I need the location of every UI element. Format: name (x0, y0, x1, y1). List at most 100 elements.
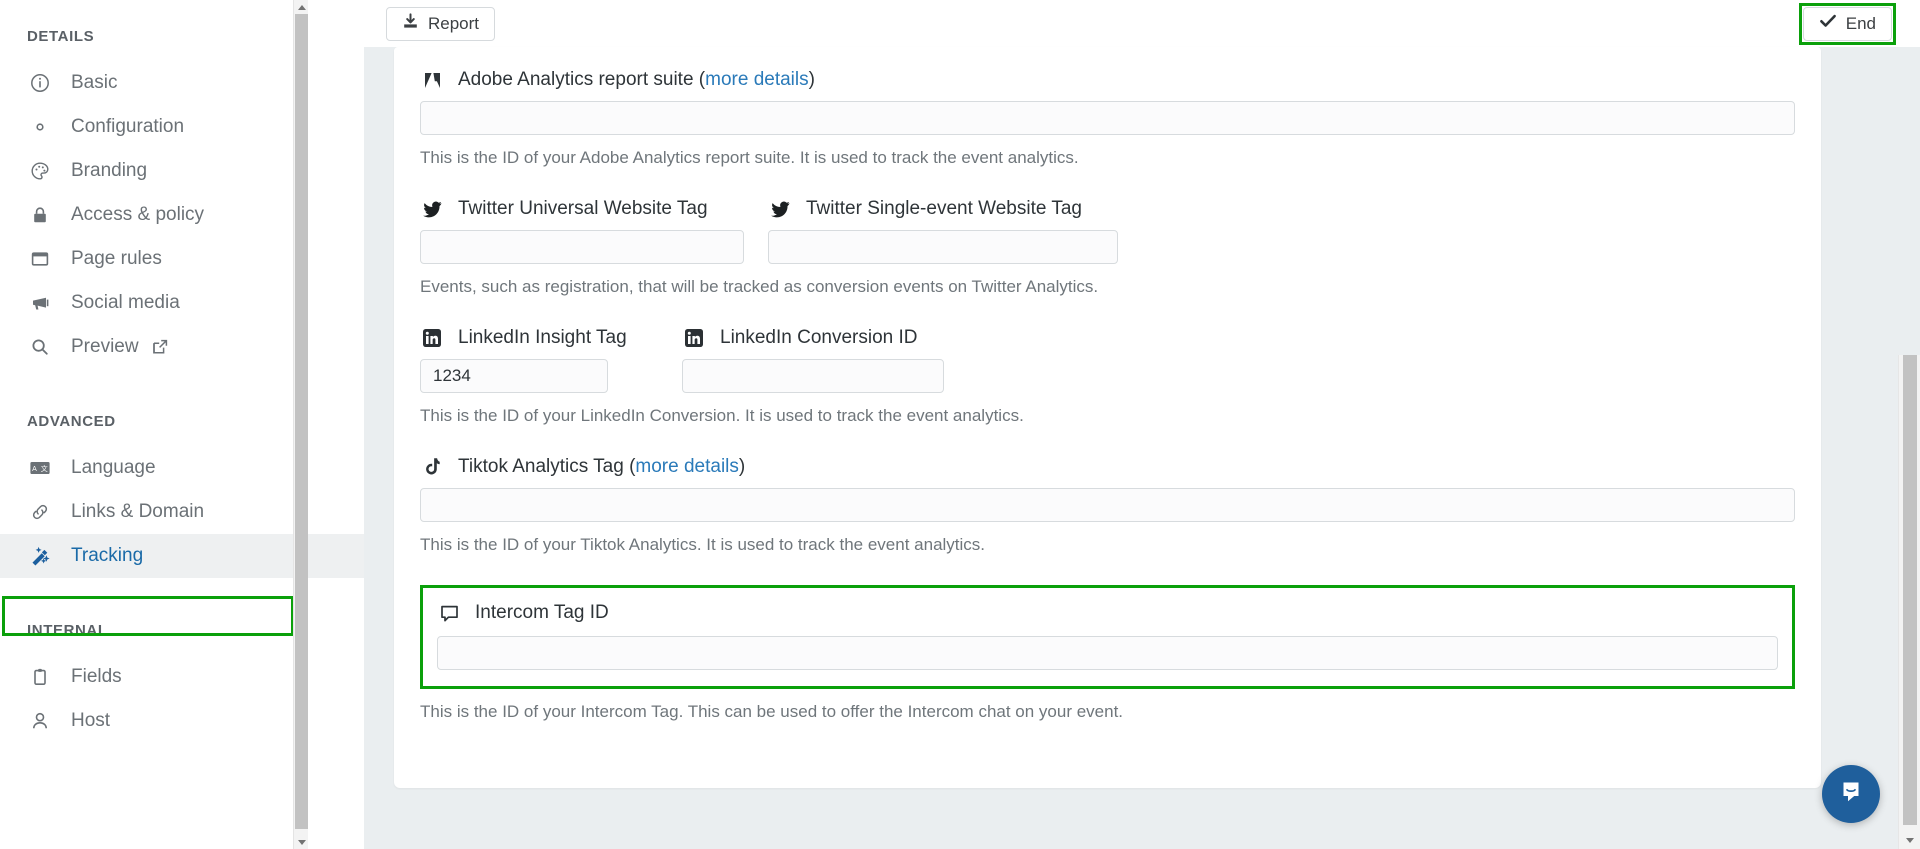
linkedin-conversion-label-col: LinkedIn Conversion ID (682, 327, 918, 359)
linkedin-insight-label-text: LinkedIn Insight Tag (458, 327, 627, 348)
sidebar-item-label: Preview (71, 336, 139, 357)
twitter-universal-input-col (420, 230, 768, 264)
sidebar-group-internal: Fields Host (0, 655, 364, 743)
check-icon (1819, 12, 1837, 35)
sidebar-section-title-details: DETAILS (27, 28, 95, 45)
report-button-label: Report (428, 13, 480, 33)
sidebar-item-preview[interactable]: Preview (0, 325, 364, 369)
linkedin-insight-label-col: LinkedIn Insight Tag (420, 327, 682, 359)
content-scrollbar[interactable] (1898, 355, 1920, 849)
sidebar-item-label: Host (71, 710, 111, 731)
magic-wand-icon (27, 544, 53, 568)
tiktok-label: Tiktok Analytics Tag (more details) (420, 456, 1795, 478)
link-icon (27, 500, 53, 524)
tracking-settings-card: Adobe Analytics report suite (more detai… (394, 47, 1821, 788)
intercom-launcher-button[interactable] (1822, 765, 1880, 823)
download-icon (402, 12, 419, 35)
sidebar-scrollbar-thumb[interactable] (295, 14, 308, 829)
linkedin-conversion-input[interactable] (682, 359, 944, 393)
chat-bubble-icon (437, 602, 461, 624)
sidebar-group-advanced: A文 Language Links & Domain Tracking (0, 446, 364, 578)
scroll-up-arrow-icon[interactable] (294, 0, 309, 14)
sidebar-item-access-policy[interactable]: Access & policy (0, 193, 364, 237)
top-toolbar: Report End (364, 0, 1920, 47)
sidebar-item-fields[interactable]: Fields (0, 655, 364, 699)
sidebar-item-label: Configuration (71, 116, 185, 137)
scroll-down-arrow-icon[interactable] (1899, 831, 1920, 849)
adobe-analytics-helper: This is the ID of your Adobe Analytics r… (420, 148, 1079, 167)
tiktok-input[interactable] (420, 488, 1795, 522)
end-button-label: End (1845, 13, 1876, 33)
linkedin-labels-row: LinkedIn Insight Tag LinkedIn Conversion… (420, 327, 1795, 359)
field-group-twitter: Twitter Universal Website Tag Twitter Si… (420, 198, 1795, 297)
end-button-wrapper: End (1798, 2, 1896, 45)
linkedin-conversion-label: LinkedIn Conversion ID (682, 327, 918, 349)
linkedin-inputs-row (420, 359, 1795, 393)
info-circle-icon (27, 71, 53, 95)
sidebar-item-label: Branding (71, 160, 148, 181)
twitter-labels-row: Twitter Universal Website Tag Twitter Si… (420, 198, 1795, 230)
field-group-tiktok: Tiktok Analytics Tag (more details) This… (420, 456, 1795, 555)
adobe-analytics-icon (420, 69, 444, 91)
twitter-single-label: Twitter Single-event Website Tag (768, 198, 1082, 220)
gear-icon (27, 115, 53, 139)
sidebar-section-title-advanced: ADVANCED (27, 413, 116, 430)
content-scrollbar-thumb[interactable] (1903, 355, 1917, 825)
sidebar-item-page-rules[interactable]: Page rules (0, 237, 364, 281)
external-link-icon[interactable] (151, 338, 169, 356)
linkedin-conversion-input-col (682, 359, 944, 393)
sidebar-item-tracking[interactable]: Tracking (0, 534, 364, 578)
sidebar-item-label: Basic (71, 72, 118, 93)
sidebar-item-branding[interactable]: Branding (0, 149, 364, 193)
sidebar-item-host[interactable]: Host (0, 699, 364, 743)
twitter-universal-input[interactable] (420, 230, 744, 264)
sidebar-item-configuration[interactable]: Configuration (0, 105, 364, 149)
field-group-linkedin: LinkedIn Insight Tag LinkedIn Conversion… (420, 327, 1795, 426)
intercom-chat-icon (1836, 777, 1866, 812)
field-group-adobe-analytics: Adobe Analytics report suite (more detai… (420, 69, 1795, 168)
linkedin-icon (420, 327, 444, 349)
linkedin-conversion-label-text: LinkedIn Conversion ID (720, 327, 918, 348)
svg-text:文: 文 (41, 464, 48, 473)
sidebar-section-title-internal: INTERNAL (27, 622, 108, 639)
twitter-single-input[interactable] (768, 230, 1118, 264)
report-button[interactable]: Report (386, 6, 496, 41)
sidebar-group-details: Basic Configuration Branding Access & po… (0, 61, 364, 369)
intercom-input[interactable] (437, 636, 1778, 670)
tiktok-icon (420, 456, 444, 478)
end-button[interactable]: End (1802, 6, 1892, 41)
user-icon (27, 709, 53, 733)
sidebar-item-label: Tracking (71, 545, 144, 566)
linkedin-insight-input[interactable] (420, 359, 608, 393)
sidebar-item-label: Access & policy (71, 204, 205, 225)
sidebar-item-links-domain[interactable]: Links & Domain (0, 490, 364, 534)
window-icon (27, 247, 53, 271)
tiktok-more-details-link[interactable]: more details (635, 456, 739, 478)
svg-text:A: A (32, 466, 37, 473)
sidebar-item-basic[interactable]: Basic (0, 61, 364, 105)
twitter-icon (768, 198, 792, 220)
sidebar-item-social-media[interactable]: Social media (0, 281, 364, 325)
megaphone-icon (27, 291, 53, 315)
linkedin-insight-input-col (420, 359, 682, 393)
lock-icon (27, 203, 53, 227)
twitter-single-input-col (768, 230, 1118, 264)
twitter-universal-label: Twitter Universal Website Tag (420, 198, 768, 220)
twitter-single-label-col: Twitter Single-event Website Tag (768, 198, 1082, 230)
scroll-down-arrow-icon[interactable] (294, 835, 309, 849)
linkedin-icon (682, 327, 706, 349)
linkedin-insight-label: LinkedIn Insight Tag (420, 327, 682, 349)
sidebar-item-language[interactable]: A文 Language (0, 446, 364, 490)
twitter-universal-label-col: Twitter Universal Website Tag (420, 198, 768, 230)
sidebar-scrollbar[interactable] (293, 0, 308, 849)
tiktok-label-text: Tiktok Analytics Tag (458, 456, 624, 477)
linkedin-helper: This is the ID of your LinkedIn Conversi… (420, 406, 1024, 425)
adobe-more-details-link[interactable]: more details (705, 69, 809, 91)
adobe-analytics-label-text: Adobe Analytics report suite (458, 69, 694, 90)
adobe-analytics-input[interactable] (420, 101, 1795, 135)
twitter-helper: Events, such as registration, that will … (420, 277, 1099, 296)
translate-icon: A文 (27, 456, 53, 480)
tiktok-helper: This is the ID of your Tiktok Analytics.… (420, 535, 986, 554)
sidebar-item-label: Fields (71, 666, 122, 687)
twitter-inputs-row (420, 230, 1795, 264)
